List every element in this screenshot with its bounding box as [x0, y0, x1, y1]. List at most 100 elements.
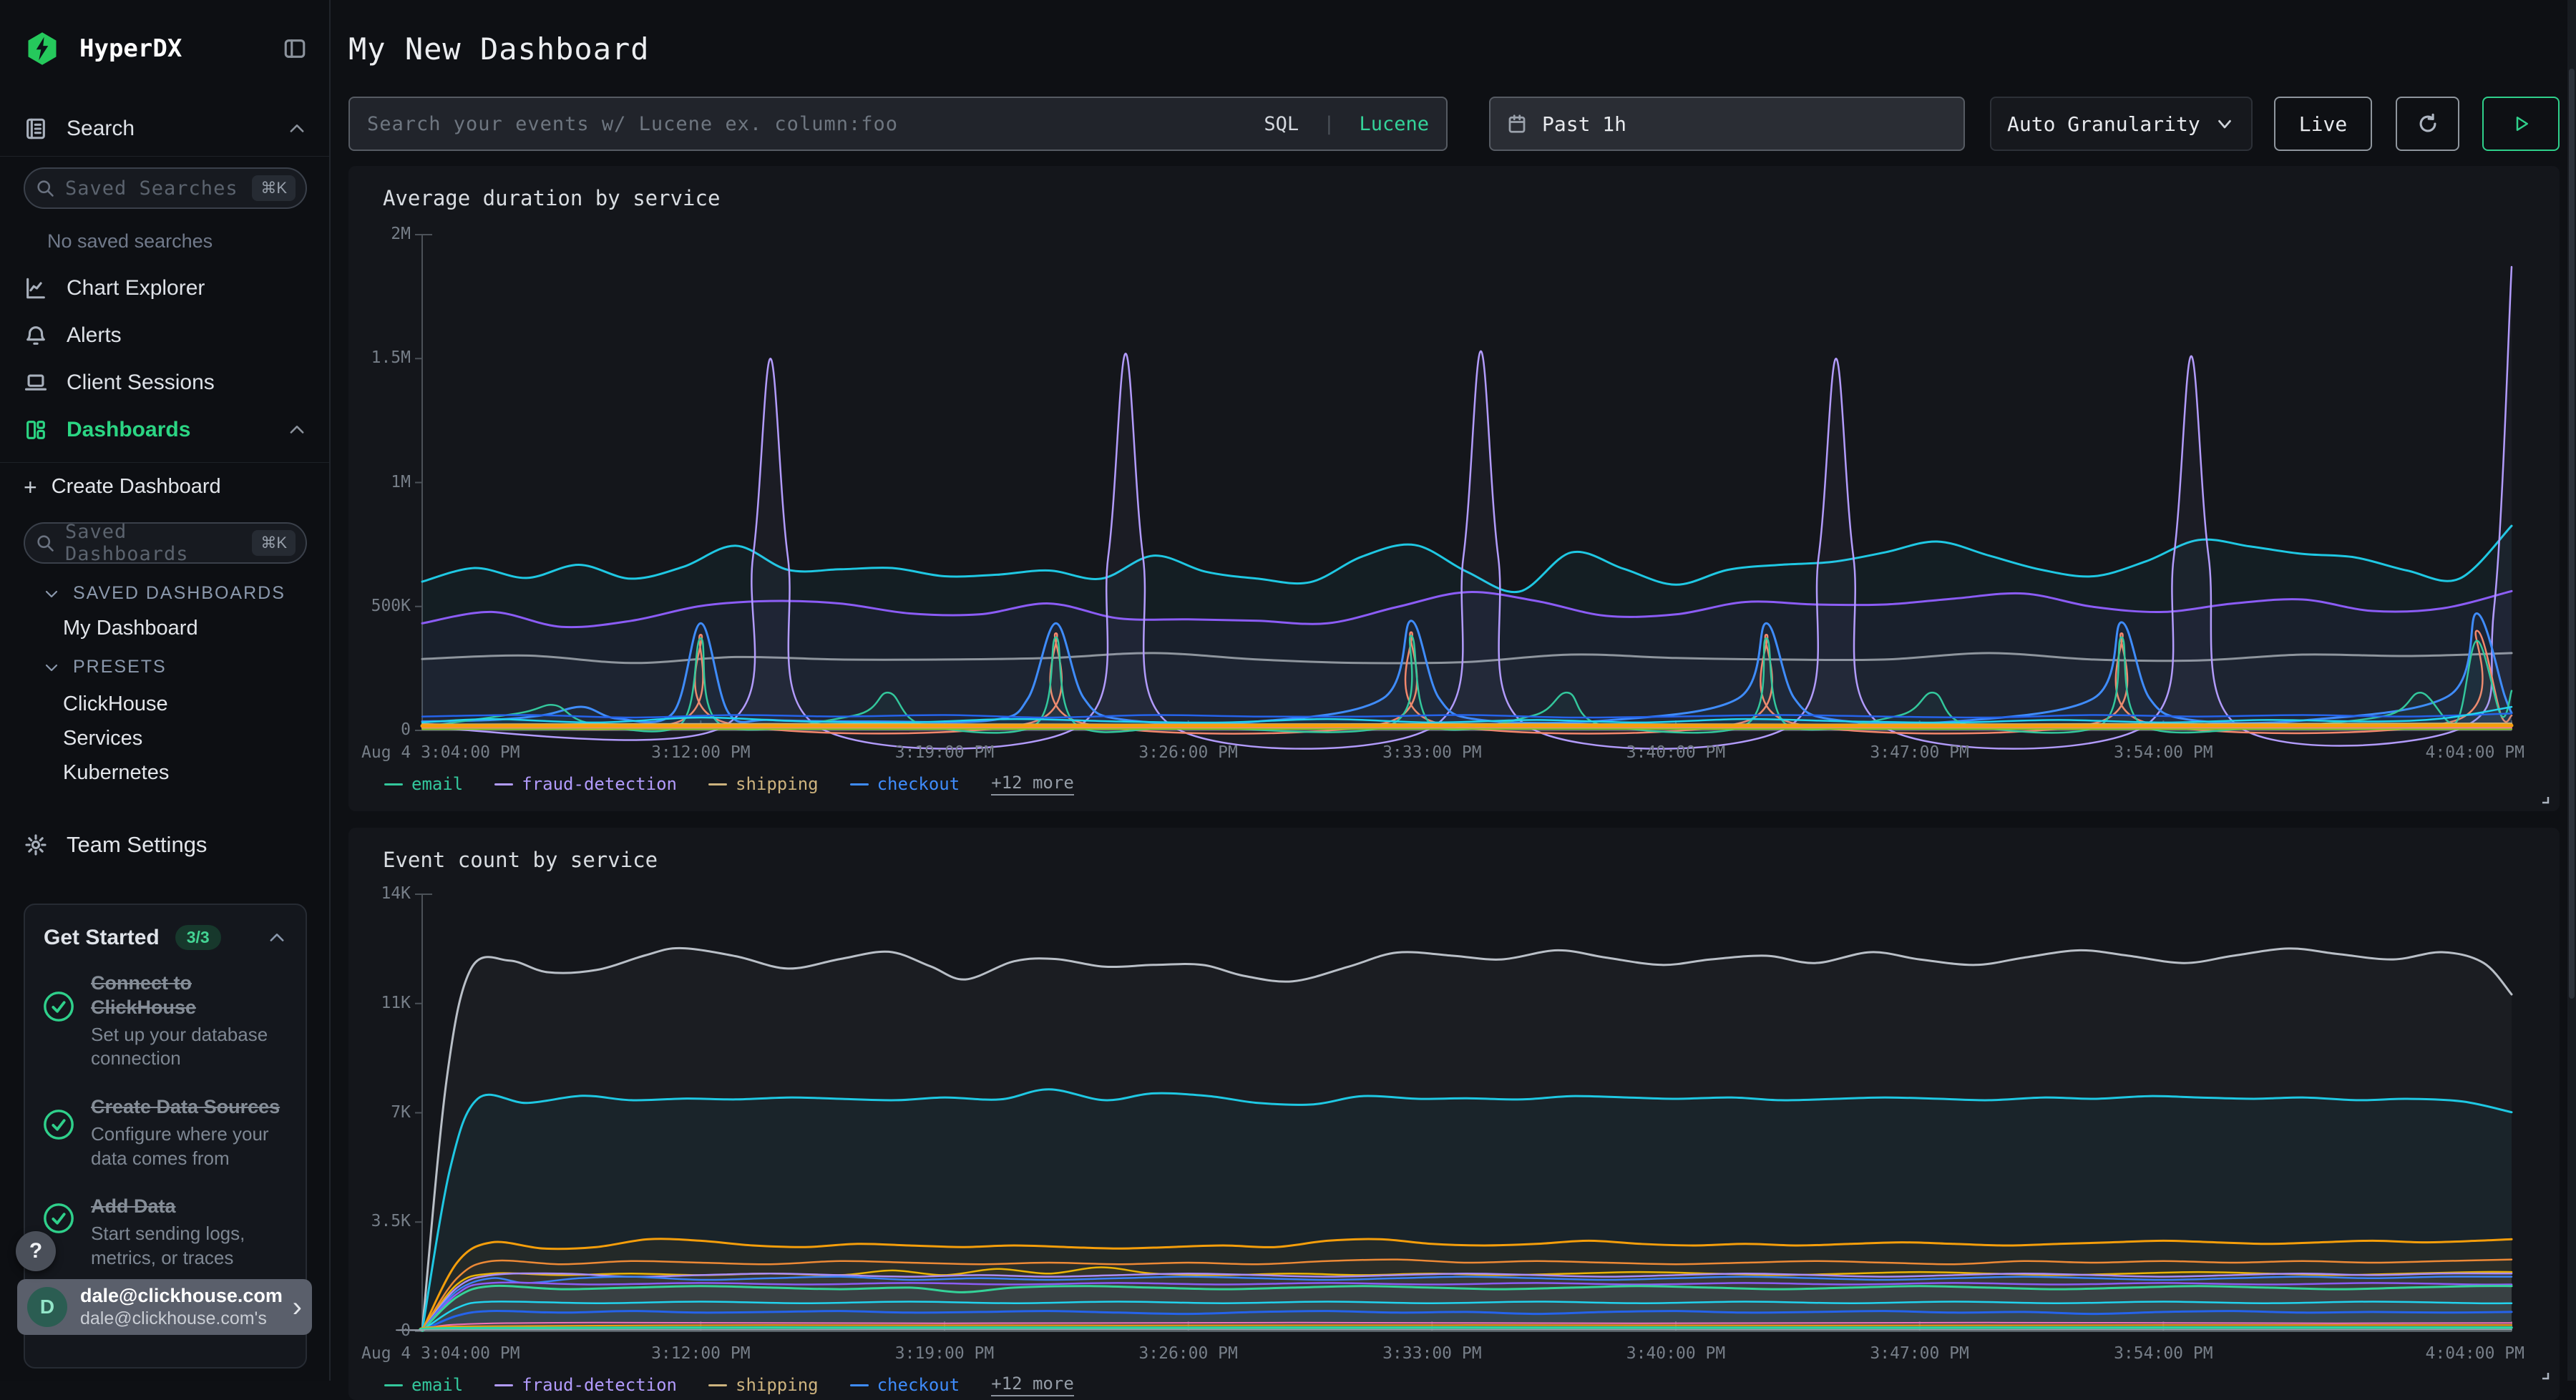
x-axis-label: 3:33:00 PM [1324, 1344, 1539, 1363]
x-axis-label: 3:47:00 PM [1813, 1344, 2027, 1363]
x-axis-label: 3:40:00 PM [1568, 743, 1783, 762]
user-org: dale@clickhouse.com's [80, 1308, 280, 1329]
granularity-select[interactable]: Auto Granularity [1990, 97, 2253, 151]
search-icon [35, 533, 55, 553]
chart-plot[interactable] [348, 166, 2560, 811]
chevron-down-icon [2214, 113, 2235, 134]
sidebar-item-label: Client Sessions [67, 371, 215, 395]
y-axis-label: 0 [315, 720, 411, 739]
chevron-up-icon[interactable] [287, 420, 307, 440]
refresh-button[interactable] [2396, 97, 2459, 151]
saved-dashboards-placeholder: Saved Dashboards [65, 521, 242, 565]
brand-row: HyperDX [24, 30, 307, 67]
chevron-up-icon[interactable] [287, 119, 307, 139]
x-axis-label: 3:33:00 PM [1324, 743, 1539, 762]
user-menu[interactable]: D dale@clickhouse.com dale@clickhouse.co… [17, 1279, 312, 1335]
sql-toggle[interactable]: SQL [1264, 113, 1299, 135]
y-axis-label: 1M [315, 473, 411, 491]
x-axis-label: 3:40:00 PM [1568, 1344, 1783, 1363]
avatar: D [27, 1287, 67, 1327]
sidebar-item-services[interactable]: Services [63, 727, 142, 750]
get-started-step[interactable]: Add Data Start sending logs, metrics, or… [42, 1195, 288, 1270]
x-axis-label: 3:54:00 PM [2056, 743, 2270, 762]
laptop-icon [24, 371, 48, 395]
x-axis-label: 3:19:00 PM [837, 743, 1052, 762]
x-axis-label: 3:26:00 PM [1081, 1344, 1296, 1363]
divider [0, 156, 329, 157]
step-title: Create Data Sources [91, 1095, 288, 1120]
check-circle-icon [42, 1202, 75, 1235]
check-circle-icon [42, 990, 75, 1023]
sidebar-item-label: Search [67, 117, 135, 141]
saved-searches-placeholder: Saved Searches [65, 177, 242, 200]
chevron-down-icon [43, 585, 60, 602]
section-label: PRESETS [73, 657, 167, 677]
chevron-right-icon: › [293, 1291, 302, 1323]
y-axis-label: 11K [315, 994, 411, 1012]
get-started-progress-badge: 3/3 [175, 925, 221, 950]
sidebar-item-chart-explorer[interactable]: Chart Explorer [24, 276, 307, 300]
create-dashboard-button[interactable]: + Create Dashboard [24, 475, 307, 499]
y-axis-label: 0 [315, 1321, 411, 1340]
sidebar-item-alerts[interactable]: Alerts [24, 323, 307, 348]
chart-plot[interactable] [348, 828, 2560, 1400]
run-query-button[interactable] [2482, 97, 2560, 151]
get-started-step[interactable]: Connect to ClickHouse Set up your databa… [42, 971, 288, 1071]
divider [0, 462, 329, 463]
sidebar-item-clickhouse[interactable]: ClickHouse [63, 692, 168, 716]
no-saved-searches-text: No saved searches [47, 230, 213, 253]
hyperdx-logo-icon [24, 30, 61, 67]
sidebar-item-dashboards[interactable]: Dashboards [24, 418, 307, 442]
section-presets[interactable]: PRESETS [43, 657, 167, 677]
x-axis-label: 3:54:00 PM [2056, 1344, 2270, 1363]
language-separator: | [1323, 113, 1335, 135]
sidebar-item-client-sessions[interactable]: Client Sessions [24, 371, 307, 395]
sidebar-item-label: Chart Explorer [67, 276, 205, 300]
sidebar-item-label: Alerts [67, 323, 122, 348]
saved-searches-input[interactable]: Saved Searches ⌘K [24, 167, 307, 209]
help-button[interactable]: ? [16, 1231, 56, 1271]
refresh-icon [2416, 112, 2440, 136]
y-axis-label: 3.5K [315, 1212, 411, 1230]
journal-icon [24, 117, 48, 141]
event-search-input[interactable]: Search your events w/ Lucene ex. column:… [348, 97, 1448, 151]
scrollbar-thumb[interactable] [2569, 69, 2575, 999]
step-desc: Configure where your data comes from [91, 1122, 288, 1171]
search-icon [35, 178, 55, 198]
event-search-placeholder: Search your events w/ Lucene ex. column:… [367, 113, 1249, 135]
sidebar-item-search[interactable]: Search [24, 117, 307, 141]
y-axis-label: 7K [315, 1103, 411, 1122]
calendar-icon [1506, 113, 1528, 134]
live-button[interactable]: Live [2274, 97, 2372, 151]
user-email: dale@clickhouse.com [80, 1285, 280, 1307]
x-axis-label: 4:04:00 PM [2310, 1344, 2524, 1363]
x-axis-label: 3:12:00 PM [593, 1344, 808, 1363]
sidebar-item-my-dashboard[interactable]: My Dashboard [63, 617, 198, 640]
create-dashboard-label: Create Dashboard [52, 475, 221, 499]
x-axis-label: 3:12:00 PM [593, 743, 808, 762]
x-axis-label: 3:26:00 PM [1081, 743, 1296, 762]
sidebar-item-label: Dashboards [67, 418, 190, 442]
kbd-shortcut: ⌘K [252, 530, 296, 556]
brand-name: HyperDX [79, 34, 264, 63]
y-axis-label: 14K [315, 884, 411, 903]
step-title: Add Data [91, 1195, 288, 1219]
section-saved-dashboards[interactable]: SAVED DASHBOARDS [43, 583, 286, 604]
x-axis-label: Aug 4 3:04:00 PM [361, 1344, 520, 1363]
panel-event-count: Event count by service emailfraud-detect… [348, 828, 2560, 1400]
step-title: Connect to ClickHouse [91, 971, 288, 1020]
get-started-step[interactable]: Create Data Sources Configure where your… [42, 1095, 288, 1170]
chevron-down-icon [43, 659, 60, 676]
sidebar-item-kubernetes[interactable]: Kubernetes [63, 761, 169, 785]
saved-dashboards-input[interactable]: Saved Dashboards ⌘K [24, 522, 307, 564]
lucene-toggle[interactable]: Lucene [1359, 113, 1429, 135]
panel-average-duration: Average duration by service emailfraud-d… [348, 166, 2560, 811]
live-label: Live [2299, 112, 2347, 136]
get-started-title: Get Started [44, 926, 160, 950]
sidebar: HyperDX Search Saved Searches ⌘K No save… [0, 0, 331, 1381]
time-range-value: Past 1h [1542, 112, 1626, 136]
sidebar-item-team-settings[interactable]: Team Settings [24, 832, 307, 858]
chevron-up-icon[interactable] [267, 928, 287, 948]
time-range-picker[interactable]: Past 1h [1489, 97, 1965, 151]
collapse-sidebar-icon[interactable] [283, 36, 307, 61]
